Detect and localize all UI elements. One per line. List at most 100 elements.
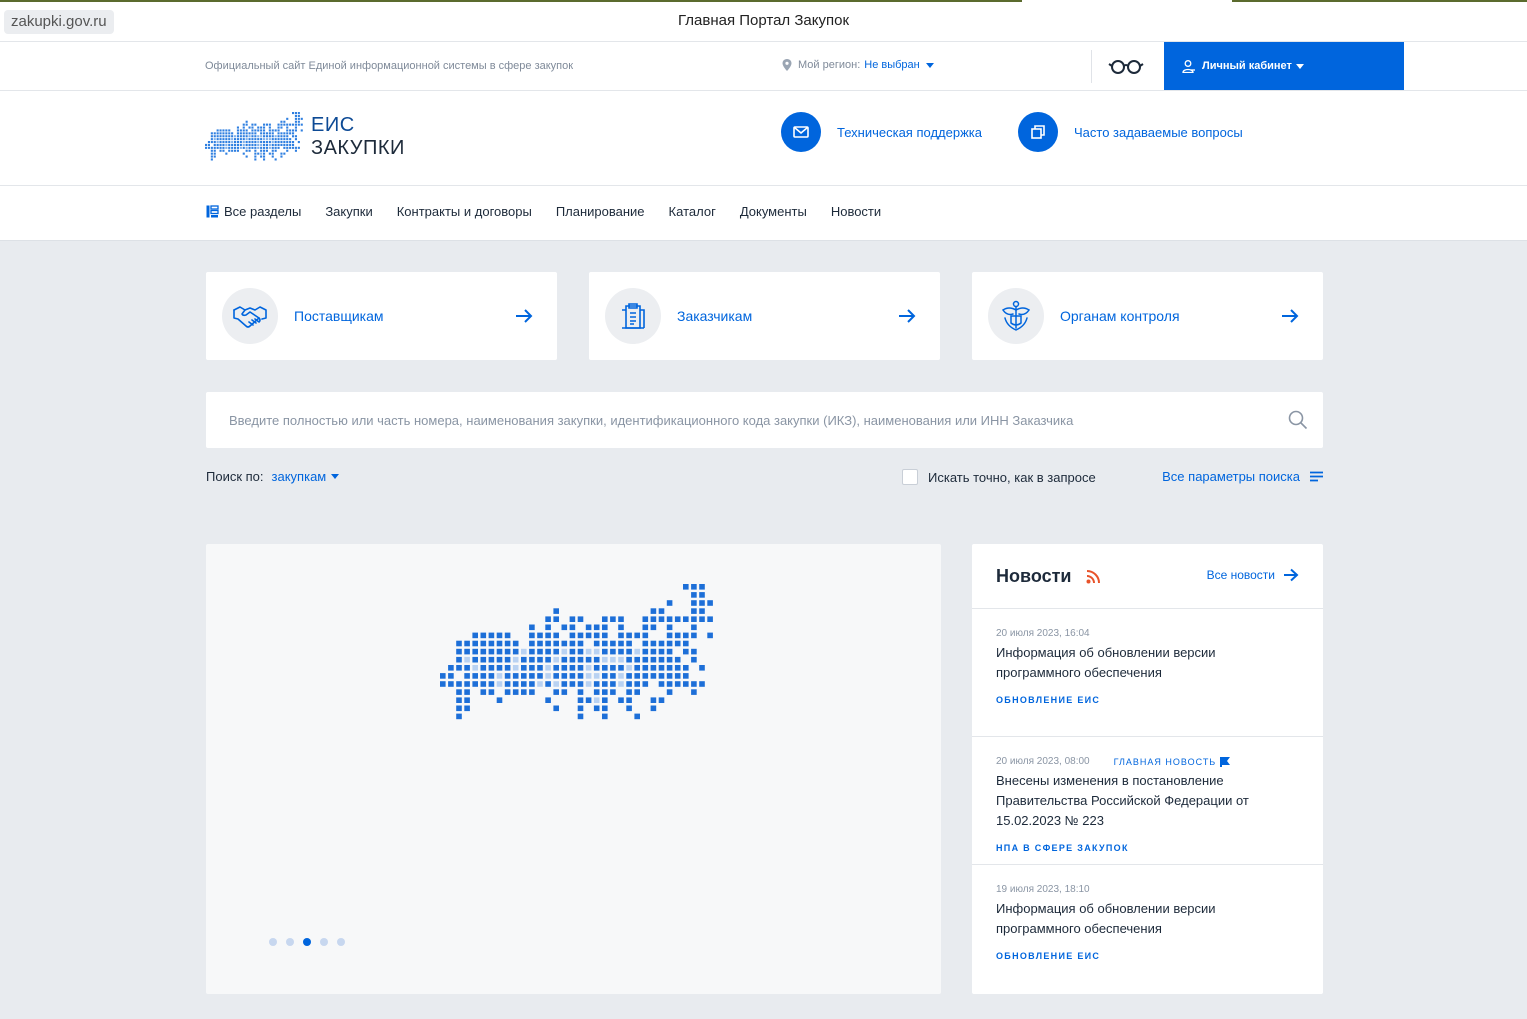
main-nav: Все разделы Закупки Контракты и договоры… xyxy=(0,186,1527,241)
nav-item-news[interactable]: Новости xyxy=(831,204,881,219)
map-dot xyxy=(545,648,551,655)
carousel-dot[interactable] xyxy=(269,938,277,946)
exact-search-checkbox[interactable] xyxy=(902,469,918,485)
map-dot xyxy=(529,673,535,679)
map-dot xyxy=(642,673,649,679)
logo-text[interactable]: ЕИС ЗАКУПКИ xyxy=(311,114,405,160)
map-dot xyxy=(228,129,231,132)
map-dot xyxy=(691,648,697,655)
map-dot xyxy=(268,132,271,135)
carousel-dot[interactable] xyxy=(286,938,294,946)
map-dot xyxy=(254,155,257,158)
news-tag[interactable]: НПА В СФЕРЕ ЗАКУПОК xyxy=(996,843,1129,853)
logo-russia-map-icon[interactable] xyxy=(205,112,305,164)
map-dot xyxy=(277,132,280,135)
chevron-down-icon xyxy=(1295,63,1304,69)
nav-item-catalog[interactable]: Каталог xyxy=(669,204,716,219)
news-tag[interactable]: ОБНОВЛЕНИЕ ЕИС xyxy=(996,695,1100,705)
map-dot xyxy=(292,123,295,126)
support-label: Техническая поддержка xyxy=(837,124,982,140)
map-dot xyxy=(274,138,277,141)
map-dot xyxy=(292,141,295,144)
map-dot xyxy=(268,152,271,155)
map-dot xyxy=(634,689,640,695)
role-card-suppliers[interactable]: Поставщикам xyxy=(206,272,557,360)
map-dot xyxy=(569,640,576,647)
map-dot xyxy=(251,123,254,126)
map-dot xyxy=(602,640,608,647)
document-icon xyxy=(605,288,661,344)
search-input[interactable] xyxy=(206,392,1266,448)
map-dot xyxy=(225,129,228,132)
map-dot xyxy=(300,129,303,132)
map-dot xyxy=(234,143,237,146)
carousel-dot[interactable] xyxy=(320,938,328,946)
map-dot xyxy=(561,648,568,655)
nav-item-purchases[interactable]: Закупки xyxy=(325,204,372,219)
nav-item-all-sections[interactable]: Все разделы xyxy=(206,204,301,219)
map-dot xyxy=(577,681,584,687)
map-dot xyxy=(213,141,216,144)
carousel-dot[interactable] xyxy=(337,938,345,946)
map-dot xyxy=(292,132,295,135)
map-dot xyxy=(545,681,551,687)
news-item[interactable]: 20 июля 2023, 16:04 Информация об обновл… xyxy=(972,609,1323,737)
search-icon[interactable] xyxy=(1288,410,1308,430)
glasses-icon[interactable] xyxy=(1108,56,1144,78)
all-search-params-link[interactable]: Все параметры поиска xyxy=(1162,469,1323,484)
map-dot xyxy=(245,146,248,149)
map-dot xyxy=(618,665,624,671)
map-dot xyxy=(297,112,300,115)
personal-cabinet-button[interactable]: Личный кабинет xyxy=(1164,42,1404,90)
map-dot xyxy=(274,135,277,138)
map-dot xyxy=(242,129,245,132)
news-tag[interactable]: ОБНОВЛЕНИЕ ЕИС xyxy=(996,951,1100,961)
nav-item-documents[interactable]: Документы xyxy=(740,204,807,219)
rss-icon[interactable] xyxy=(1086,570,1100,584)
map-dot xyxy=(561,673,568,679)
news-item-title[interactable]: Информация об обновлении версии программ… xyxy=(996,899,1256,939)
role-card-control-bodies[interactable]: Органам контроля xyxy=(972,272,1323,360)
carousel-dot[interactable] xyxy=(303,938,311,946)
map-dot xyxy=(274,129,277,132)
map-dot xyxy=(219,143,222,146)
map-dot xyxy=(634,632,640,639)
exact-search-option[interactable]: Искать точно, как в запросе xyxy=(902,469,1096,485)
banner-carousel[interactable] xyxy=(206,544,941,994)
map-dot xyxy=(585,624,592,631)
map-dot xyxy=(464,689,470,695)
search-by-select[interactable]: закупкам xyxy=(272,469,327,484)
map-dot xyxy=(456,689,462,695)
exact-search-label: Искать точно, как в запросе xyxy=(928,469,1096,485)
news-item-title[interactable]: Информация об обновлении версии программ… xyxy=(996,643,1256,683)
map-dot xyxy=(699,584,705,590)
map-dot xyxy=(602,656,608,663)
map-dot xyxy=(691,624,697,631)
map-dot xyxy=(512,640,519,647)
role-card-customers[interactable]: Заказчикам xyxy=(589,272,940,360)
map-dot xyxy=(277,141,280,144)
support-link[interactable]: Техническая поддержка xyxy=(781,112,982,152)
nav-item-contracts[interactable]: Контракты и договоры xyxy=(397,204,532,219)
map-dot xyxy=(242,123,245,126)
map-dot xyxy=(254,135,257,138)
map-dot xyxy=(666,656,673,663)
news-item[interactable]: 20 июля 2023, 08:00 ГЛАВНАЯ НОВОСТЬ Внес… xyxy=(972,737,1323,865)
all-news-label: Все новости xyxy=(1206,568,1275,582)
news-item-title[interactable]: Внесены изменения в постановление Правит… xyxy=(996,771,1256,831)
map-dot xyxy=(257,146,260,149)
faq-link[interactable]: Часто задаваемые вопросы xyxy=(1018,112,1243,152)
region-value[interactable]: Не выбран xyxy=(864,59,919,71)
region-selector[interactable]: Мой регион: Не выбран xyxy=(782,59,934,71)
map-dot xyxy=(239,141,242,144)
map-dot xyxy=(683,640,689,647)
map-dot xyxy=(658,656,665,663)
nav-item-planning[interactable]: Планирование xyxy=(556,204,645,219)
all-news-link[interactable]: Все новости xyxy=(1207,568,1299,582)
map-dot xyxy=(577,616,584,622)
map-dot xyxy=(674,673,681,679)
map-dot xyxy=(213,149,216,152)
map-dot xyxy=(488,665,495,671)
map-dot xyxy=(286,132,289,135)
news-item[interactable]: 19 июля 2023, 18:10 Информация об обновл… xyxy=(972,865,1323,994)
